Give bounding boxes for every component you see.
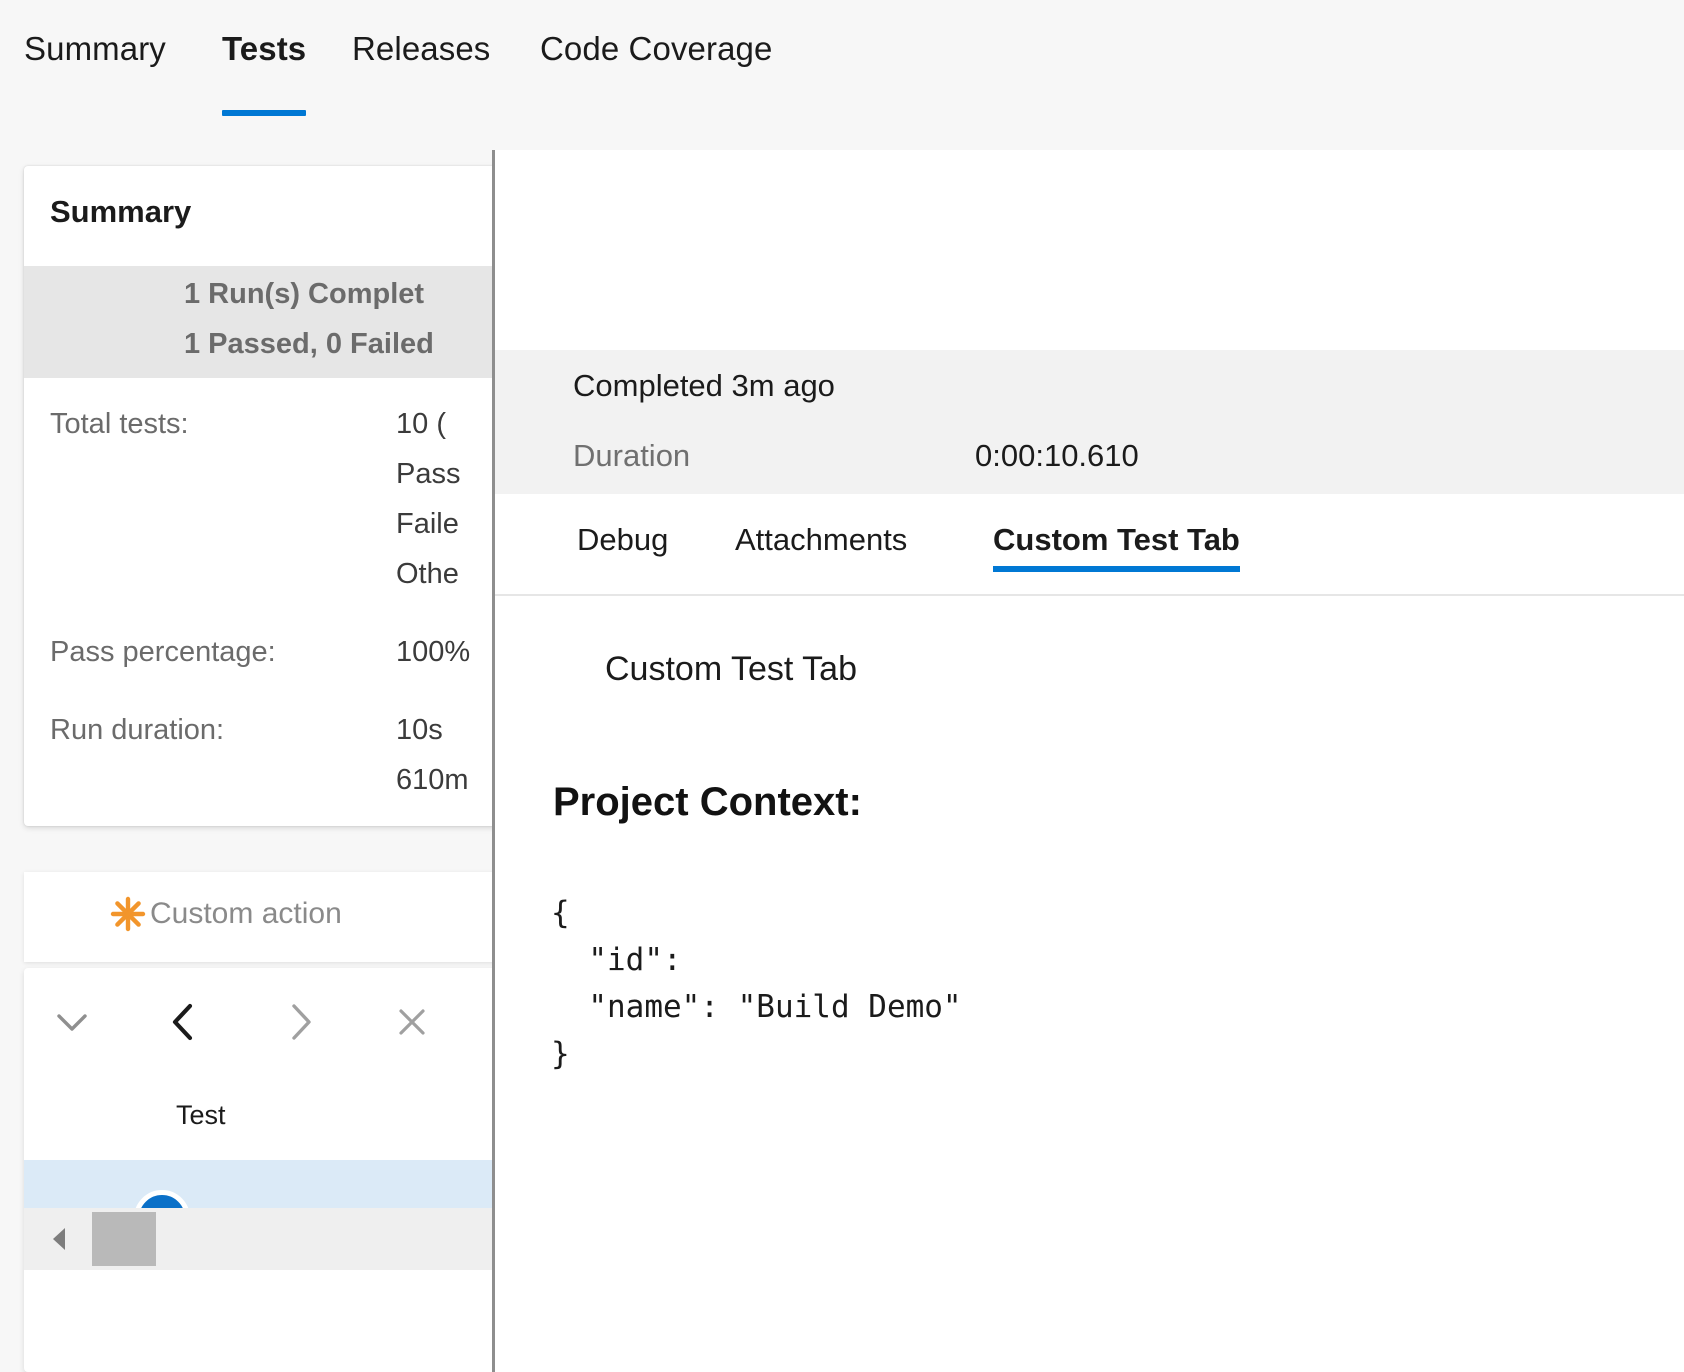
total-tests-value: 10 ( xyxy=(396,408,446,441)
tab-summary-label: Summary xyxy=(24,30,166,67)
total-tests-passed-value: Pass xyxy=(396,458,460,491)
run-duration-value: 10s xyxy=(396,714,443,747)
tab-code-coverage[interactable]: Code Coverage xyxy=(540,30,772,78)
tab-releases[interactable]: Releases xyxy=(352,30,490,78)
active-tab-underline xyxy=(222,110,306,116)
total-tests-label: Total tests: xyxy=(50,408,189,441)
pass-percentage-value: 100% xyxy=(396,636,470,669)
completed-timestamp: Completed 3m ago xyxy=(573,368,835,404)
runs-completed-text: 1 Run(s) Complet xyxy=(184,278,424,311)
chevron-right-icon[interactable] xyxy=(268,990,332,1054)
tab-custom-test-tab-label: Custom Test Tab xyxy=(993,522,1240,557)
runs-passfail-text: 1 Passed, 0 Failed xyxy=(184,328,434,361)
custom-action-label: Custom action xyxy=(150,897,342,931)
total-tests-failed-value: Faile xyxy=(396,508,459,541)
close-icon[interactable] xyxy=(380,990,444,1054)
panel-heading: Custom Test Tab xyxy=(605,650,857,689)
tab-summary[interactable]: Summary xyxy=(24,30,166,78)
tab-tests[interactable]: Tests xyxy=(222,30,306,78)
tab-debug-label: Debug xyxy=(577,522,668,557)
tab-releases-label: Releases xyxy=(352,30,490,67)
app-root: Summary Tests Releases Code Coverage Sum… xyxy=(0,0,1684,1372)
pass-percentage-label: Pass percentage: xyxy=(50,636,276,669)
run-duration-ms-value: 610m xyxy=(396,764,469,797)
tab-debug[interactable]: Debug xyxy=(577,522,668,572)
horizontal-scroll-thumb[interactable] xyxy=(92,1212,156,1266)
scroll-left-arrow-icon[interactable] xyxy=(28,1208,90,1270)
test-detail-overlay-panel: Completed 3m ago Duration 0:00:10.610 De… xyxy=(492,150,1684,1372)
tab-attachments[interactable]: Attachments xyxy=(735,522,907,572)
run-duration-label: Run duration: xyxy=(50,714,224,747)
chevron-down-icon[interactable] xyxy=(40,990,104,1054)
detail-tab-bar: Debug Attachments Custom Test Tab xyxy=(495,510,1684,596)
asterisk-icon xyxy=(108,894,148,934)
summary-card-title: Summary xyxy=(50,194,191,230)
detail-status-band: Completed 3m ago Duration 0:00:10.610 xyxy=(495,350,1684,494)
grid-column-header-test: Test xyxy=(176,1100,226,1131)
custom-action-button[interactable]: Custom action xyxy=(108,894,342,934)
project-context-title: Project Context: xyxy=(553,780,862,825)
tab-tests-label: Tests xyxy=(222,30,306,67)
detail-duration-label: Duration xyxy=(573,438,690,474)
tab-attachments-label: Attachments xyxy=(735,522,907,557)
chevron-left-icon[interactable] xyxy=(152,990,216,1054)
total-tests-other-value: Othe xyxy=(396,558,459,591)
primary-tab-bar: Summary Tests Releases Code Coverage xyxy=(0,0,1684,155)
detail-duration-value: 0:00:10.610 xyxy=(975,438,1139,474)
project-context-code: { "id": "name": "Build Demo" } xyxy=(551,890,962,1078)
tab-code-coverage-label: Code Coverage xyxy=(540,30,772,67)
tab-custom-test-tab[interactable]: Custom Test Tab xyxy=(993,522,1240,572)
detail-active-tab-underline xyxy=(993,566,1240,572)
